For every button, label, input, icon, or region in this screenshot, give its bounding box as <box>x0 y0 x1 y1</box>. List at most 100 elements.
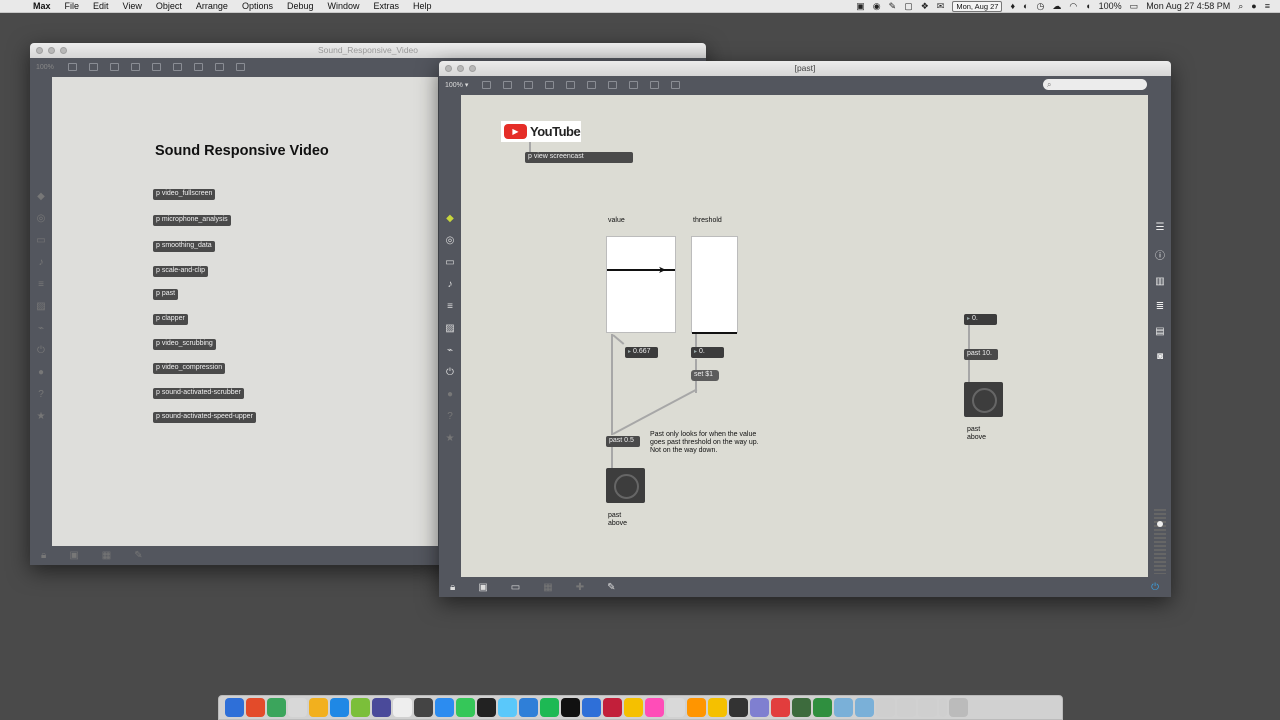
dock-app-icon[interactable] <box>834 698 853 717</box>
dock-app-icon[interactable] <box>393 698 412 717</box>
grid-icon[interactable]: ▦ <box>102 550 111 561</box>
past-circle-icon[interactable]: ● <box>447 389 453 400</box>
past-window-titlebar[interactable]: [past] <box>439 61 1171 76</box>
past-help-icon[interactable]: ? <box>447 411 453 422</box>
past-note-icon[interactable]: ♪ <box>448 279 453 290</box>
time-machine-icon[interactable]: ◷ <box>1036 0 1044 13</box>
wifi-icon[interactable]: ◠ <box>1069 0 1077 13</box>
right-bang-button[interactable] <box>964 382 1003 417</box>
menu-app-name[interactable]: Max <box>26 1 58 11</box>
level-knob[interactable] <box>1157 521 1163 527</box>
subpatcher-scale-and-clip[interactable]: p scale-and-clip <box>153 266 209 277</box>
dock-app-icon[interactable] <box>372 698 391 717</box>
dock-app-icon[interactable] <box>918 698 937 717</box>
subpatcher-video-fullscreen[interactable]: p video_fullscreen <box>153 189 216 200</box>
power-icon[interactable]: ⏻ <box>1151 582 1159 593</box>
mail-icon[interactable]: ✉ <box>937 0 945 13</box>
dock-app-icon[interactable] <box>897 698 916 717</box>
past-screen-icon[interactable]: ▭ <box>511 582 520 593</box>
new-message-icon[interactable] <box>88 63 98 71</box>
dock-app-icon[interactable] <box>771 698 790 717</box>
clip-icon[interactable]: ⌁ <box>38 323 44 334</box>
dock-app-icon[interactable] <box>949 698 968 717</box>
subpatcher-smoothing-data[interactable]: p smoothing_data <box>153 241 215 252</box>
dock-app-icon[interactable] <box>708 698 727 717</box>
dock-app-icon[interactable] <box>729 698 748 717</box>
dock-app-icon[interactable] <box>666 698 685 717</box>
dock-app-icon[interactable] <box>498 698 517 717</box>
main-canvas[interactable]: Sound Responsive Video p video_fullscree… <box>52 77 438 546</box>
image-icon[interactable]: ▨ <box>36 301 45 312</box>
book-icon[interactable]: ▥ <box>1155 276 1164 287</box>
sync-icon[interactable]: ◐ <box>1023 0 1028 13</box>
menu-object[interactable]: Object <box>149 1 189 11</box>
past-clip-icon[interactable]: ⌁ <box>447 345 453 356</box>
close-button[interactable] <box>36 47 43 54</box>
dock-app-icon[interactable] <box>624 698 643 717</box>
past-grid-icon[interactable]: ▦ <box>543 582 552 593</box>
target-icon[interactable]: ◎ <box>37 213 46 224</box>
object-icon[interactable]: ◆ <box>37 191 45 202</box>
inspector-list-icon[interactable]: ☰ <box>1156 222 1165 233</box>
menu-view[interactable]: View <box>116 1 149 11</box>
past-object-icon[interactable]: ◆ <box>446 213 454 224</box>
menu-options[interactable]: Options <box>235 1 280 11</box>
subpatcher-microphone-analysis[interactable]: p microphone_analysis <box>153 215 231 226</box>
new-button-icon[interactable] <box>130 63 140 71</box>
panel-icon[interactable]: ▭ <box>36 235 45 246</box>
threshold-slider[interactable] <box>691 236 738 334</box>
view-screencast-subpatcher[interactable]: p view screencast <box>525 152 633 163</box>
dock-app-icon[interactable] <box>582 698 601 717</box>
star-icon[interactable]: ★ <box>37 411 46 422</box>
subpatcher-sound-activated-speed-upper[interactable]: p sound-activated-speed-upper <box>153 412 256 423</box>
record-icon[interactable]: ◉ <box>873 0 881 13</box>
menu-debug[interactable]: Debug <box>280 1 321 11</box>
past-playlist-icon[interactable]: ≡ <box>447 301 453 312</box>
past-presentation-icon[interactable]: ▣ <box>478 582 487 593</box>
presentation-icon[interactable]: ▣ <box>69 550 78 561</box>
edit-icon[interactable]: ✎ <box>889 0 897 13</box>
circle-icon[interactable]: ● <box>38 367 44 378</box>
bang-button[interactable] <box>606 468 645 503</box>
dock-app-icon[interactable] <box>456 698 475 717</box>
battery-icon[interactable]: ▭ <box>1130 0 1139 13</box>
dock-app-icon[interactable] <box>813 698 832 717</box>
note-icon[interactable]: ♪ <box>39 257 44 268</box>
dock-app-icon[interactable] <box>939 698 947 717</box>
date-box[interactable]: Mon, Aug 27 <box>952 1 1003 12</box>
value-number-box[interactable]: 0.667 <box>625 347 658 358</box>
dock-app-icon[interactable] <box>687 698 706 717</box>
list-icon[interactable]: ≣ <box>1156 301 1164 312</box>
plug-icon[interactable]: ⏻ <box>37 345 45 356</box>
dock-app-icon[interactable] <box>414 698 433 717</box>
menu-help[interactable]: Help <box>406 1 439 11</box>
menu-edit[interactable]: Edit <box>86 1 116 11</box>
past-snap-icon[interactable]: ✚ <box>576 582 584 593</box>
reference-icon[interactable]: ▤ <box>1155 326 1164 337</box>
past-wrench-icon[interactable]: ✎ <box>607 582 615 593</box>
dock-app-icon[interactable] <box>267 698 286 717</box>
menu-window[interactable]: Window <box>321 1 367 11</box>
new-slider-icon[interactable] <box>172 63 182 71</box>
past-zoom-button[interactable] <box>469 65 476 72</box>
notification-icon[interactable]: ≡ <box>1265 0 1270 13</box>
paint-icon[interactable] <box>235 63 245 71</box>
dock-app-icon[interactable] <box>351 698 370 717</box>
past-new-message-icon[interactable] <box>503 81 513 89</box>
past-close-button[interactable] <box>445 65 452 72</box>
lock-icon[interactable]: 🔒︎ <box>41 550 46 561</box>
wrench-icon[interactable]: ✎ <box>134 550 142 561</box>
dock-app-icon[interactable] <box>876 698 895 717</box>
subpatcher-past[interactable]: p past <box>153 289 179 300</box>
dock-app-icon[interactable] <box>792 698 811 717</box>
clock[interactable]: Mon Aug 27 4:58 PM <box>1146 0 1230 13</box>
past-star-icon[interactable]: ★ <box>446 433 455 444</box>
dock-app-icon[interactable] <box>561 698 580 717</box>
right-past-object[interactable]: past 10. <box>964 349 998 360</box>
dock-app-icon[interactable] <box>330 698 349 717</box>
playlist-icon[interactable]: ≡ <box>38 279 44 290</box>
new-object-icon[interactable] <box>67 63 77 71</box>
value-slider[interactable]: ➤ <box>606 236 676 333</box>
subpatcher-video-compression[interactable]: p video_compression <box>153 363 226 374</box>
subpatcher-sound-activated-scrubber[interactable]: p sound-activated-scrubber <box>153 388 244 399</box>
